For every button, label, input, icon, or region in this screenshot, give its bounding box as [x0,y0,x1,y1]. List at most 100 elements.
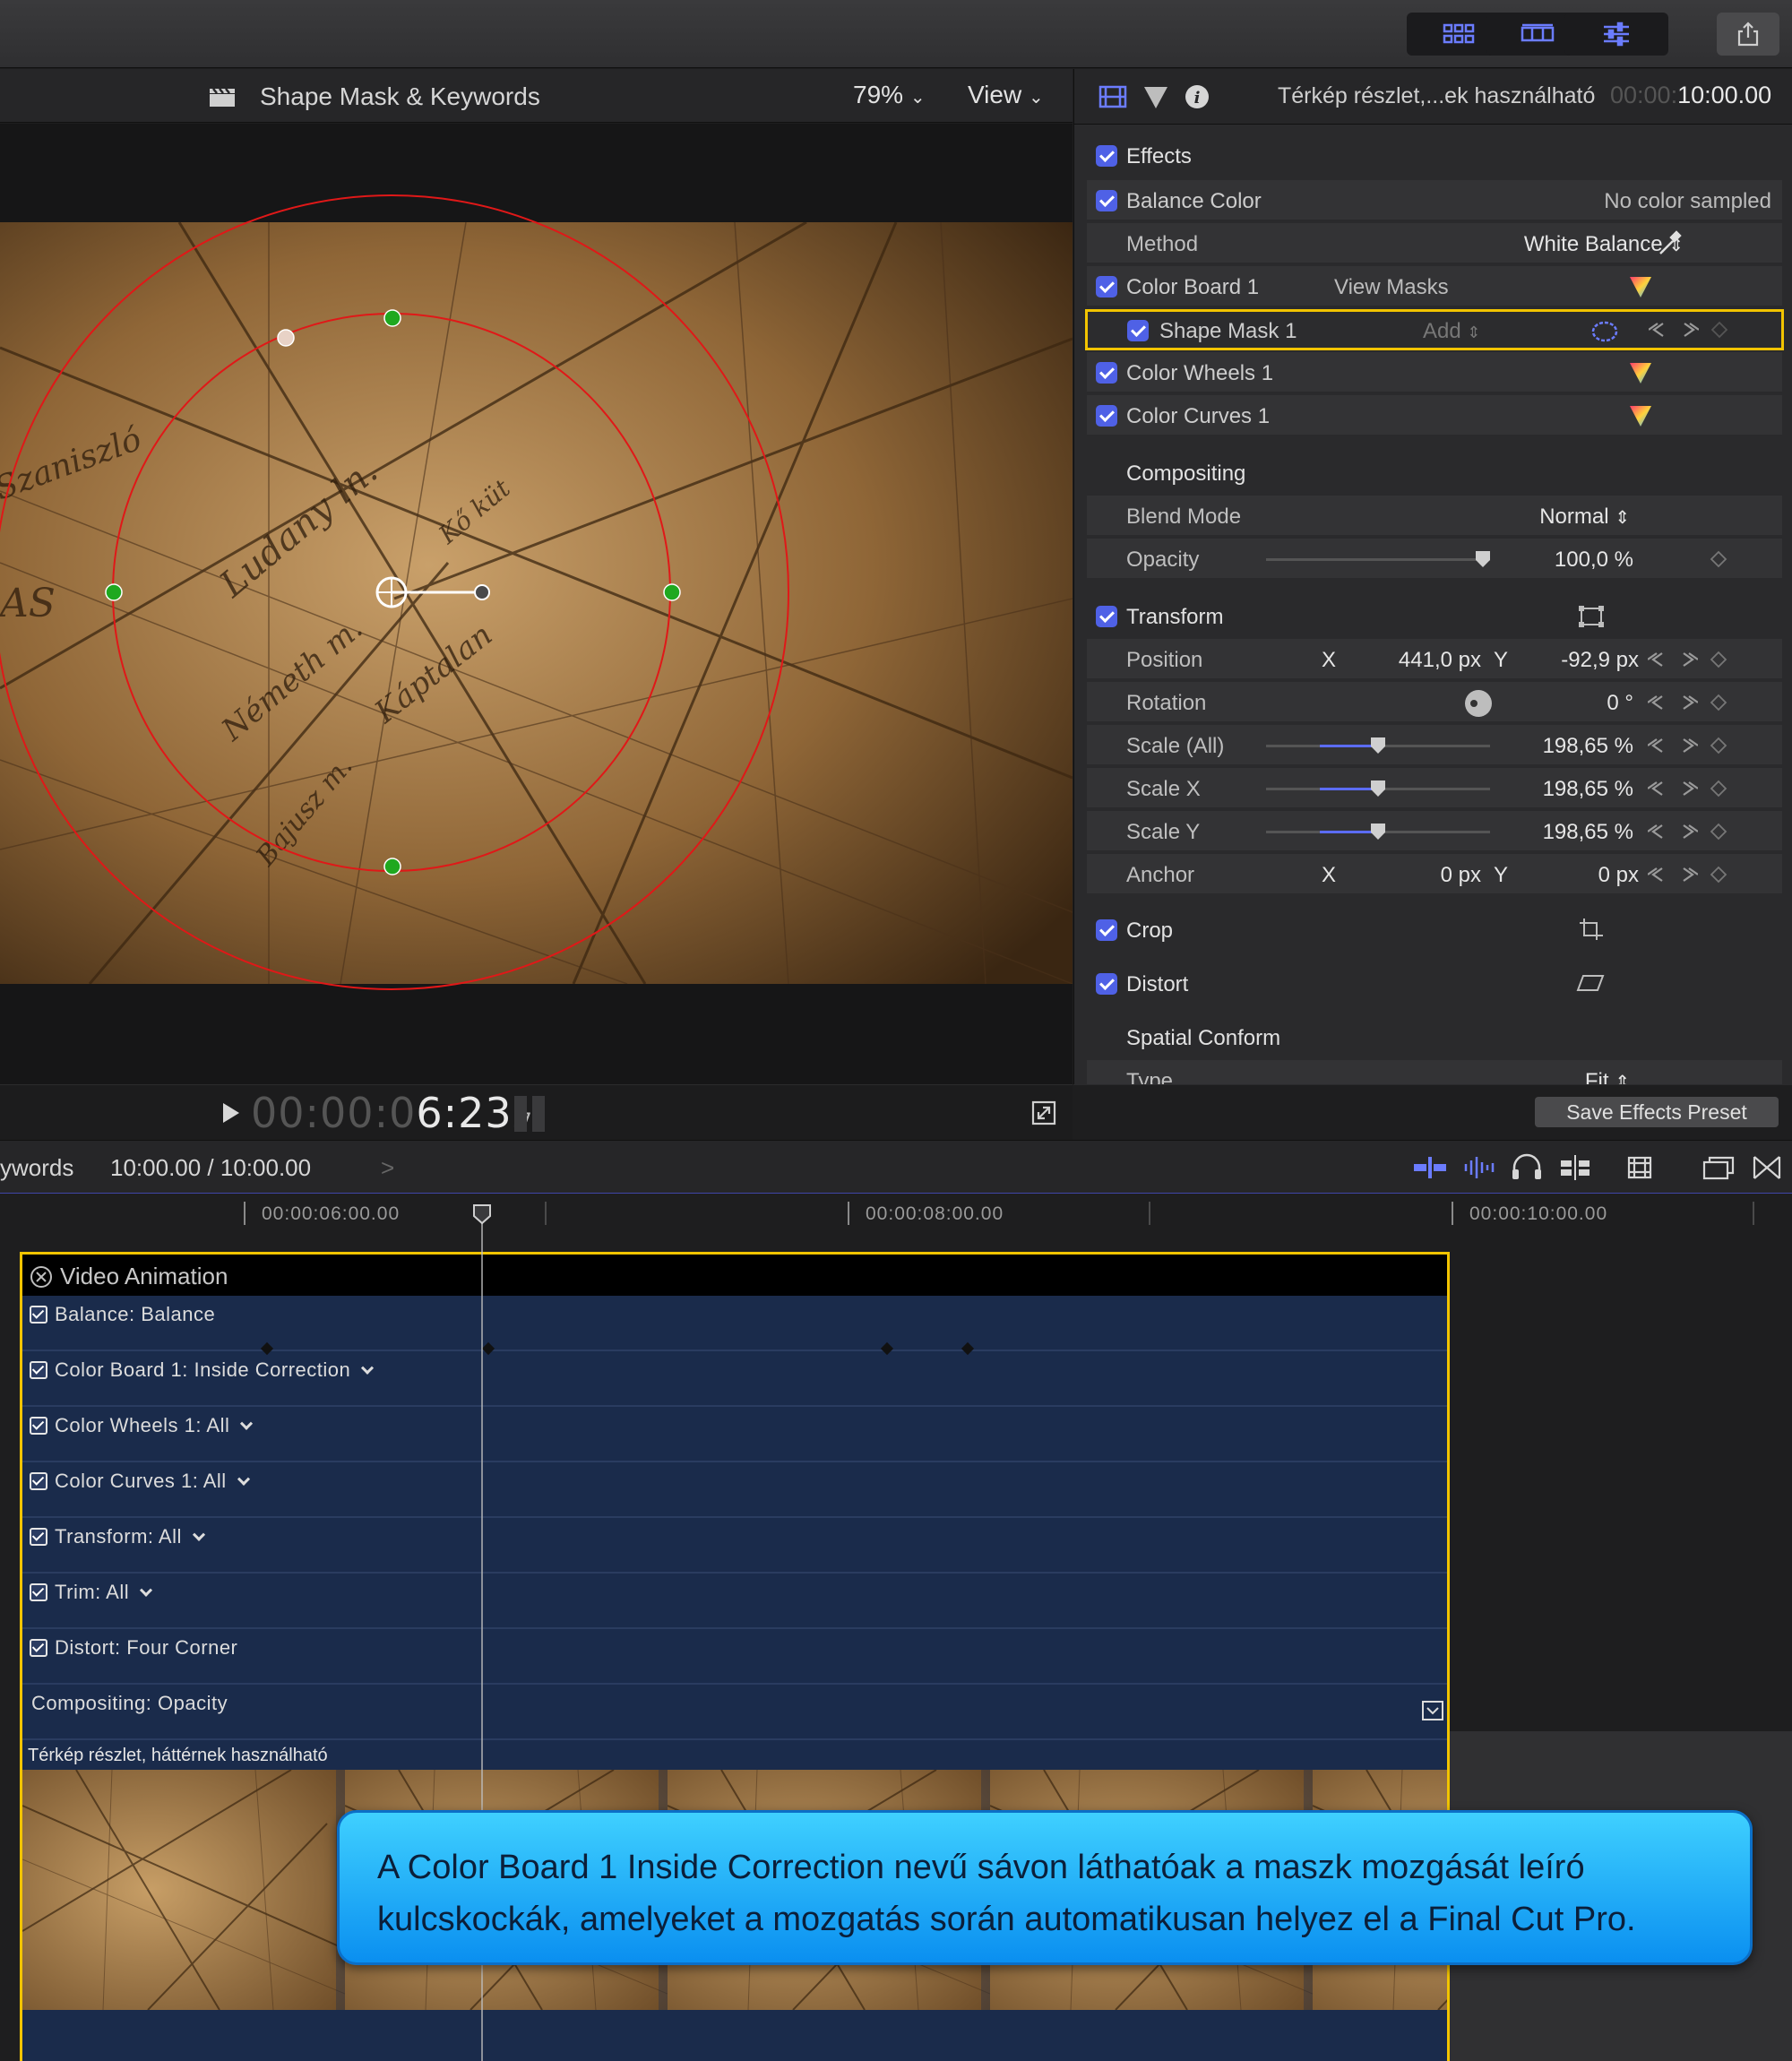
share-button[interactable] [1717,13,1779,56]
color-wheels-checkbox[interactable] [1096,362,1117,384]
animation-lane[interactable]: Color Wheels 1: All [22,1407,1447,1462]
balance-color-row[interactable]: Balance Color No color sampled [1087,180,1782,221]
transform-section-header[interactable]: Transform [1087,596,1782,637]
transitions-browser-icon[interactable] [1749,1153,1785,1182]
opacity-value[interactable]: 100,0 % [1535,548,1633,573]
timeline-index-icon[interactable] [1701,1153,1736,1182]
anchor-y-field[interactable]: 0 px [1517,863,1639,888]
scale-x-field[interactable]: 198,65 % [1526,777,1633,802]
lane-checkbox[interactable] [30,1361,47,1379]
scale-x-slider[interactable] [1266,780,1490,797]
color-board-icon[interactable] [1628,274,1653,299]
mask-handle-left[interactable] [105,583,123,601]
lane-menu-icon[interactable] [1422,1701,1443,1720]
chevron-down-icon[interactable] [240,1417,254,1430]
scale-y-field[interactable]: 198,65 % [1526,820,1633,845]
crop-section-header[interactable]: Crop [1087,910,1782,951]
color-curves-row[interactable]: Color Curves 1 [1087,395,1782,436]
mask-handle-top[interactable] [383,309,401,327]
keyframe-diamond-icon[interactable] [1709,550,1728,568]
next-keyframe-icon[interactable] [1678,651,1698,668]
snapping-icon[interactable] [1557,1153,1593,1182]
scale-y-slider-knob[interactable] [1371,824,1385,840]
rotation-field[interactable]: 0 ° [1535,691,1633,716]
prev-keyframe-icon[interactable] [1648,823,1667,841]
shape-mask-ellipse-icon[interactable] [1590,319,1620,344]
lane-checkbox[interactable] [30,1639,47,1657]
clip-appearance-icon[interactable] [1622,1153,1658,1182]
animation-lane[interactable]: Distort: Four Corner [22,1629,1447,1685]
crop-onscreen-icon[interactable] [1578,917,1605,942]
eyedropper-icon[interactable] [1657,229,1684,257]
play-icon[interactable] [220,1100,243,1125]
balance-color-checkbox[interactable] [1096,190,1117,211]
project-name[interactable]: ywords [0,1154,73,1182]
chevron-down-icon[interactable] [361,1361,375,1375]
distort-onscreen-icon[interactable] [1576,972,1605,994]
video-inspector-icon[interactable] [1098,83,1128,110]
keyframe-diamond-icon[interactable] [1709,651,1728,668]
mask-handle-right[interactable] [663,583,681,601]
chevron-down-icon[interactable] [237,1472,250,1486]
position-x-field[interactable]: 441,0 px [1356,648,1481,673]
next-keyframe-icon[interactable] [1678,823,1698,841]
shape-mask-checkbox[interactable] [1127,320,1149,341]
audio-skimming-icon[interactable] [1460,1153,1496,1182]
color-curves-icon[interactable] [1628,403,1653,428]
distort-checkbox[interactable] [1096,973,1117,995]
spatial-conform-section-header[interactable]: Spatial Conform [1087,1017,1782,1058]
color-inspector-icon[interactable] [1141,83,1171,110]
animation-lane[interactable]: Color Board 1: Inside Correction [22,1351,1447,1407]
prev-keyframe-icon[interactable] [1648,651,1667,668]
scale-all-slider-knob[interactable] [1371,737,1385,754]
rotation-dial-icon[interactable] [1463,688,1494,719]
keyframe-diamond-icon[interactable] [1709,694,1728,711]
prev-keyframe-icon[interactable] [1648,780,1667,798]
save-effects-preset-button[interactable]: Save Effects Preset [1535,1097,1779,1127]
next-keyframe-icon[interactable] [1678,694,1698,711]
lane-checkbox[interactable] [30,1583,47,1601]
mask-handle-bottom[interactable] [383,858,401,875]
scale-x-slider-knob[interactable] [1371,780,1385,797]
transform-onscreen-icon[interactable] [1578,605,1605,628]
headphones-icon[interactable] [1509,1153,1545,1182]
shape-mask-add-popup[interactable]: Add ⇕ [1423,319,1480,344]
next-keyframe-icon[interactable] [1679,321,1699,339]
inspector-toggle-button[interactable] [1564,13,1668,56]
scale-y-slider[interactable] [1266,824,1490,840]
mask-roundness-handle[interactable] [277,329,295,347]
anchor-x-field[interactable]: 0 px [1356,863,1481,888]
next-keyframe-icon[interactable] [1678,780,1698,798]
keyframe-diamond-icon[interactable] [1710,321,1729,339]
lane-checkbox[interactable] [30,1472,47,1490]
transform-checkbox[interactable] [1096,606,1117,627]
animation-lane[interactable]: Trim: All [22,1574,1447,1629]
blend-mode-popup[interactable]: Normal ⇕ [1539,504,1630,530]
lane-checkbox[interactable] [30,1528,47,1546]
color-wheels-row[interactable]: Color Wheels 1 [1087,352,1782,393]
chevron-down-icon[interactable] [140,1583,153,1597]
effects-checkbox[interactable] [1096,145,1117,167]
animation-lane[interactable]: Balance: Balance [22,1296,1447,1351]
animation-lane[interactable]: Color Curves 1: All [22,1462,1447,1518]
prev-keyframe-icon[interactable] [1649,321,1668,339]
prev-keyframe-icon[interactable] [1648,866,1667,884]
lane-checkbox[interactable] [30,1306,47,1324]
scale-all-slider[interactable] [1266,737,1490,754]
color-board-checkbox[interactable] [1096,276,1117,298]
timeline-ruler[interactable]: 00:00:06:00.00 00:00:08:00.00 00:00:10:0… [0,1194,1792,1241]
position-y-field[interactable]: -92,9 px [1517,648,1639,673]
opacity-slider-knob[interactable] [1476,551,1490,567]
skimming-icon[interactable] [1412,1153,1448,1182]
viewer-canvas[interactable]: Ludany ln. Németh m. Káptalan Bajusz m. … [0,124,1073,1084]
animation-lane[interactable]: Compositing: Opacity [22,1685,1447,1740]
mask-rotation-handle[interactable] [474,584,490,600]
scale-all-field[interactable]: 198,65 % [1526,734,1633,759]
compositing-section-header[interactable]: Compositing [1087,453,1782,494]
next-keyframe-icon[interactable] [1678,737,1698,755]
view-menu[interactable]: View ⌄ [968,81,1044,109]
keyframe-diamond-icon[interactable] [1709,823,1728,841]
effects-section-header[interactable]: Effects [1087,135,1782,177]
keyframe-diamond-icon[interactable] [1709,737,1728,755]
playhead-icon[interactable] [472,1203,492,1225]
